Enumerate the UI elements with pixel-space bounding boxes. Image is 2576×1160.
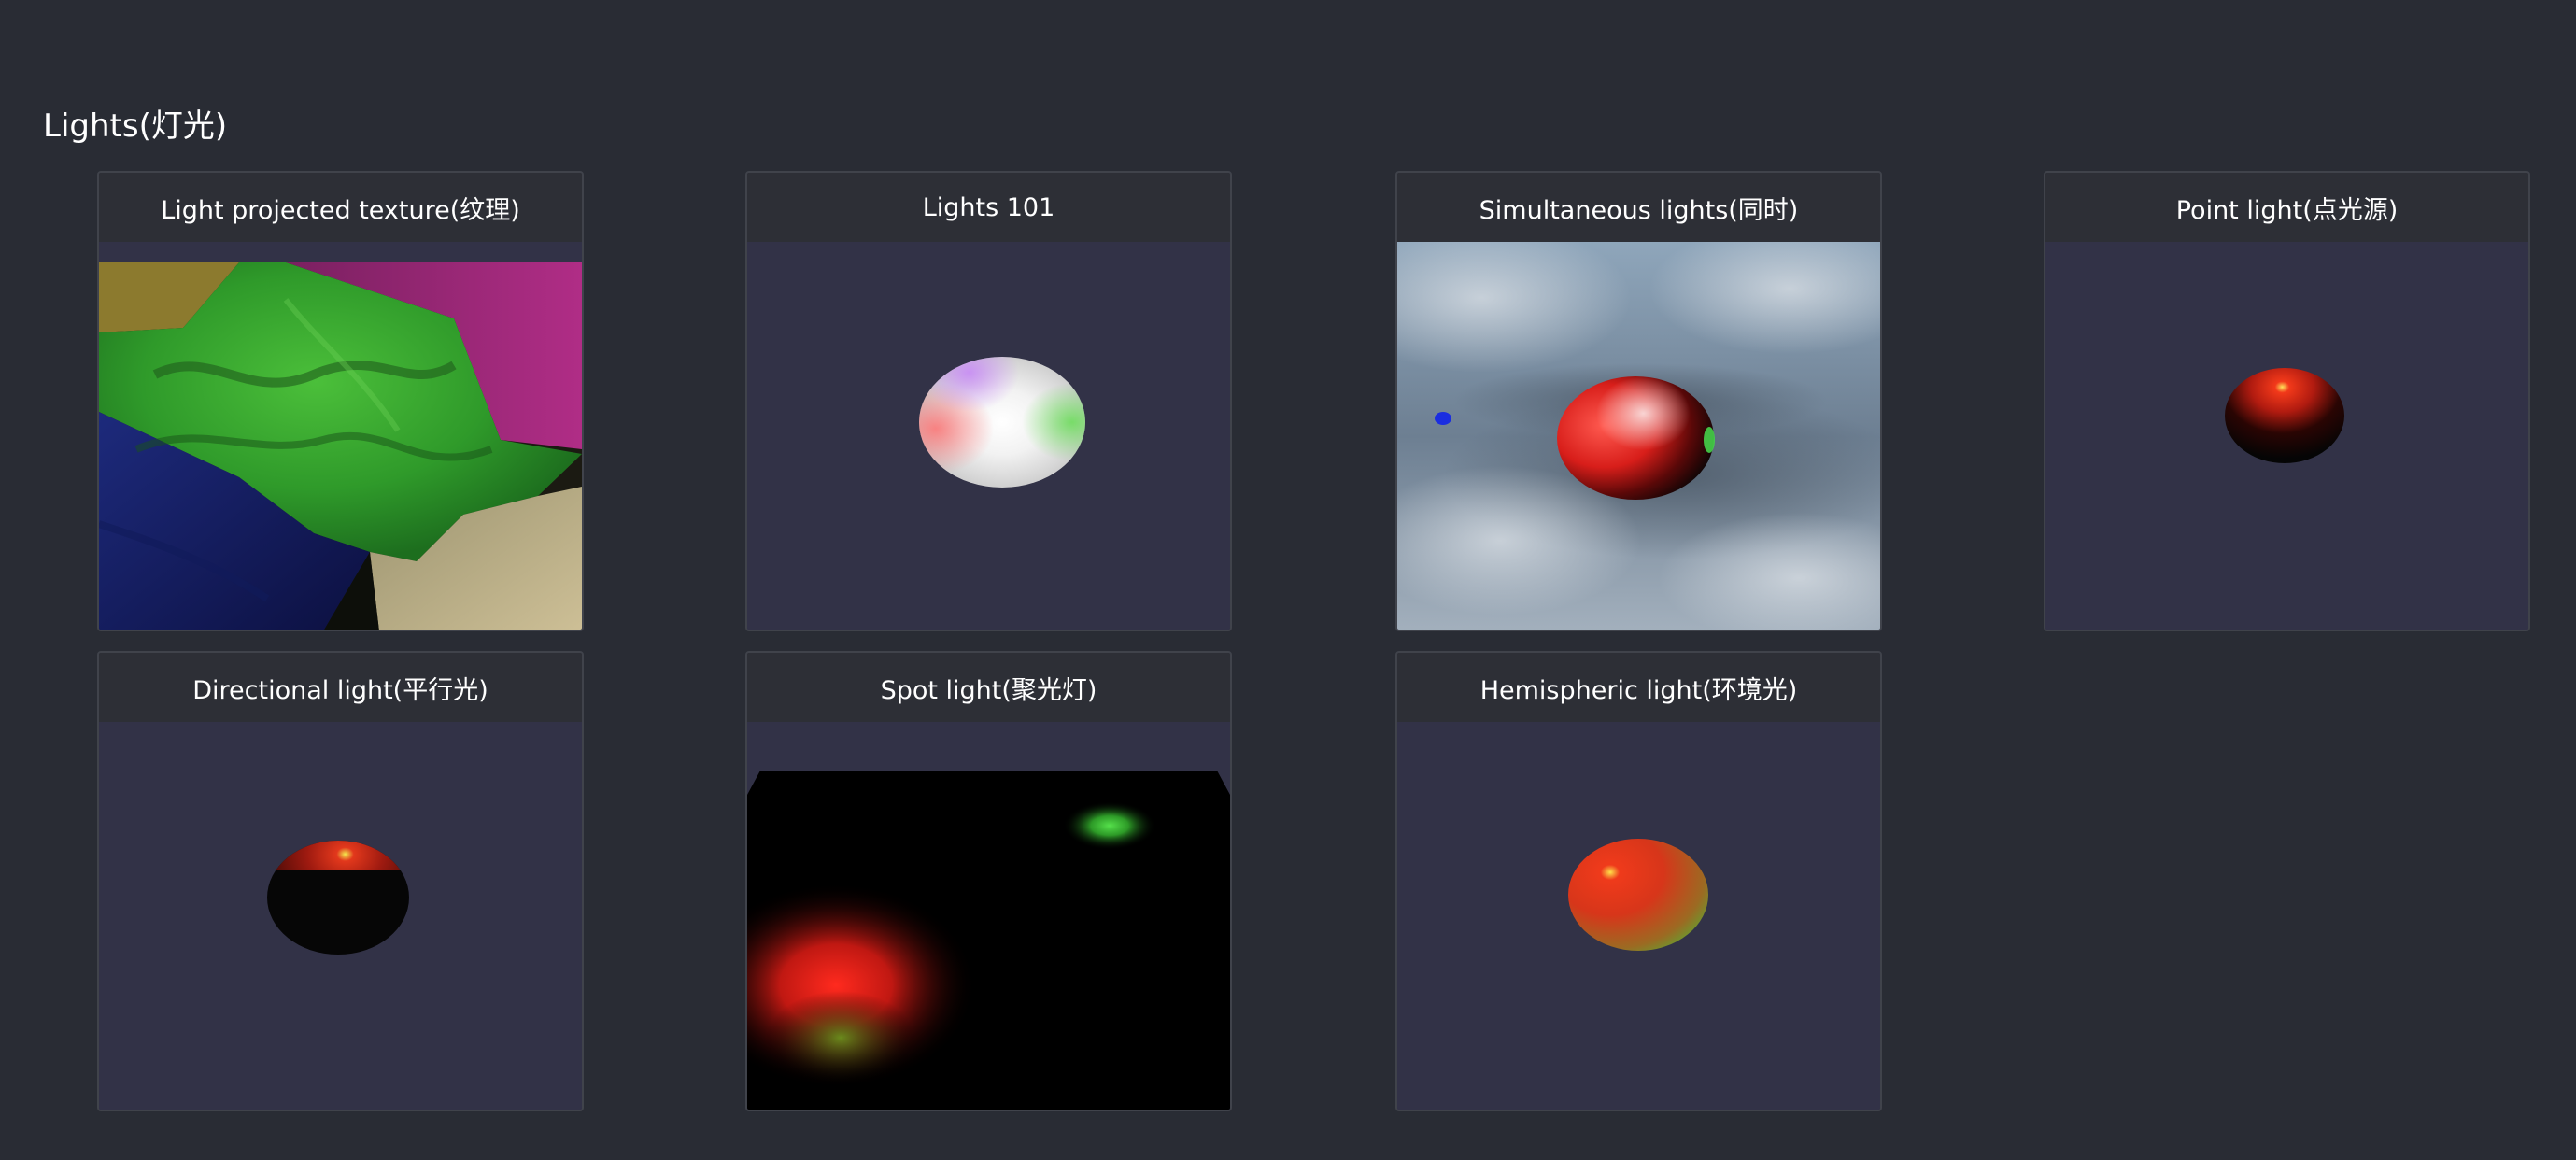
card-light-projected-texture[interactable]: Light projected texture(纹理) [97,171,584,631]
card-preview [747,242,1230,630]
card-title: Light projected texture(纹理) [99,173,582,242]
simultaneous-lights-preview [1397,242,1880,630]
card-title: Hemispheric light(环境光) [1397,653,1880,722]
card-title: Directional light(平行光) [99,653,582,722]
card-simultaneous-lights[interactable]: Simultaneous lights(同时) [1395,171,1882,631]
card-title: Point light(点光源) [2045,173,2528,242]
card-preview [2045,242,2528,630]
page: Lights(灯光) Light projected texture(纹理) L… [0,0,2576,1160]
card-preview [747,722,1230,1110]
card-preview [1397,242,1880,630]
spot-light-preview [747,722,1230,1110]
card-preview [99,242,582,630]
card-spot-light[interactable]: Spot light(聚光灯) [745,651,1232,1111]
hemispheric-light-preview [1397,722,1880,1110]
card-directional-light[interactable]: Directional light(平行光) [97,651,584,1111]
card-preview [99,722,582,1110]
card-title: Spot light(聚光灯) [747,653,1230,722]
directional-light-preview [99,722,582,1110]
section-title: Lights(灯光) [43,107,228,145]
lights-101-preview [747,242,1230,630]
card-lights-101[interactable]: Lights 101 [745,171,1232,631]
card-title: Simultaneous lights(同时) [1397,173,1880,242]
card-preview [1397,722,1880,1110]
projected-texture-preview [99,242,582,630]
point-light-preview [2045,242,2528,630]
card-hemispheric-light[interactable]: Hemispheric light(环境光) [1395,651,1882,1111]
card-title: Lights 101 [747,173,1230,242]
card-point-light[interactable]: Point light(点光源) [2044,171,2530,631]
